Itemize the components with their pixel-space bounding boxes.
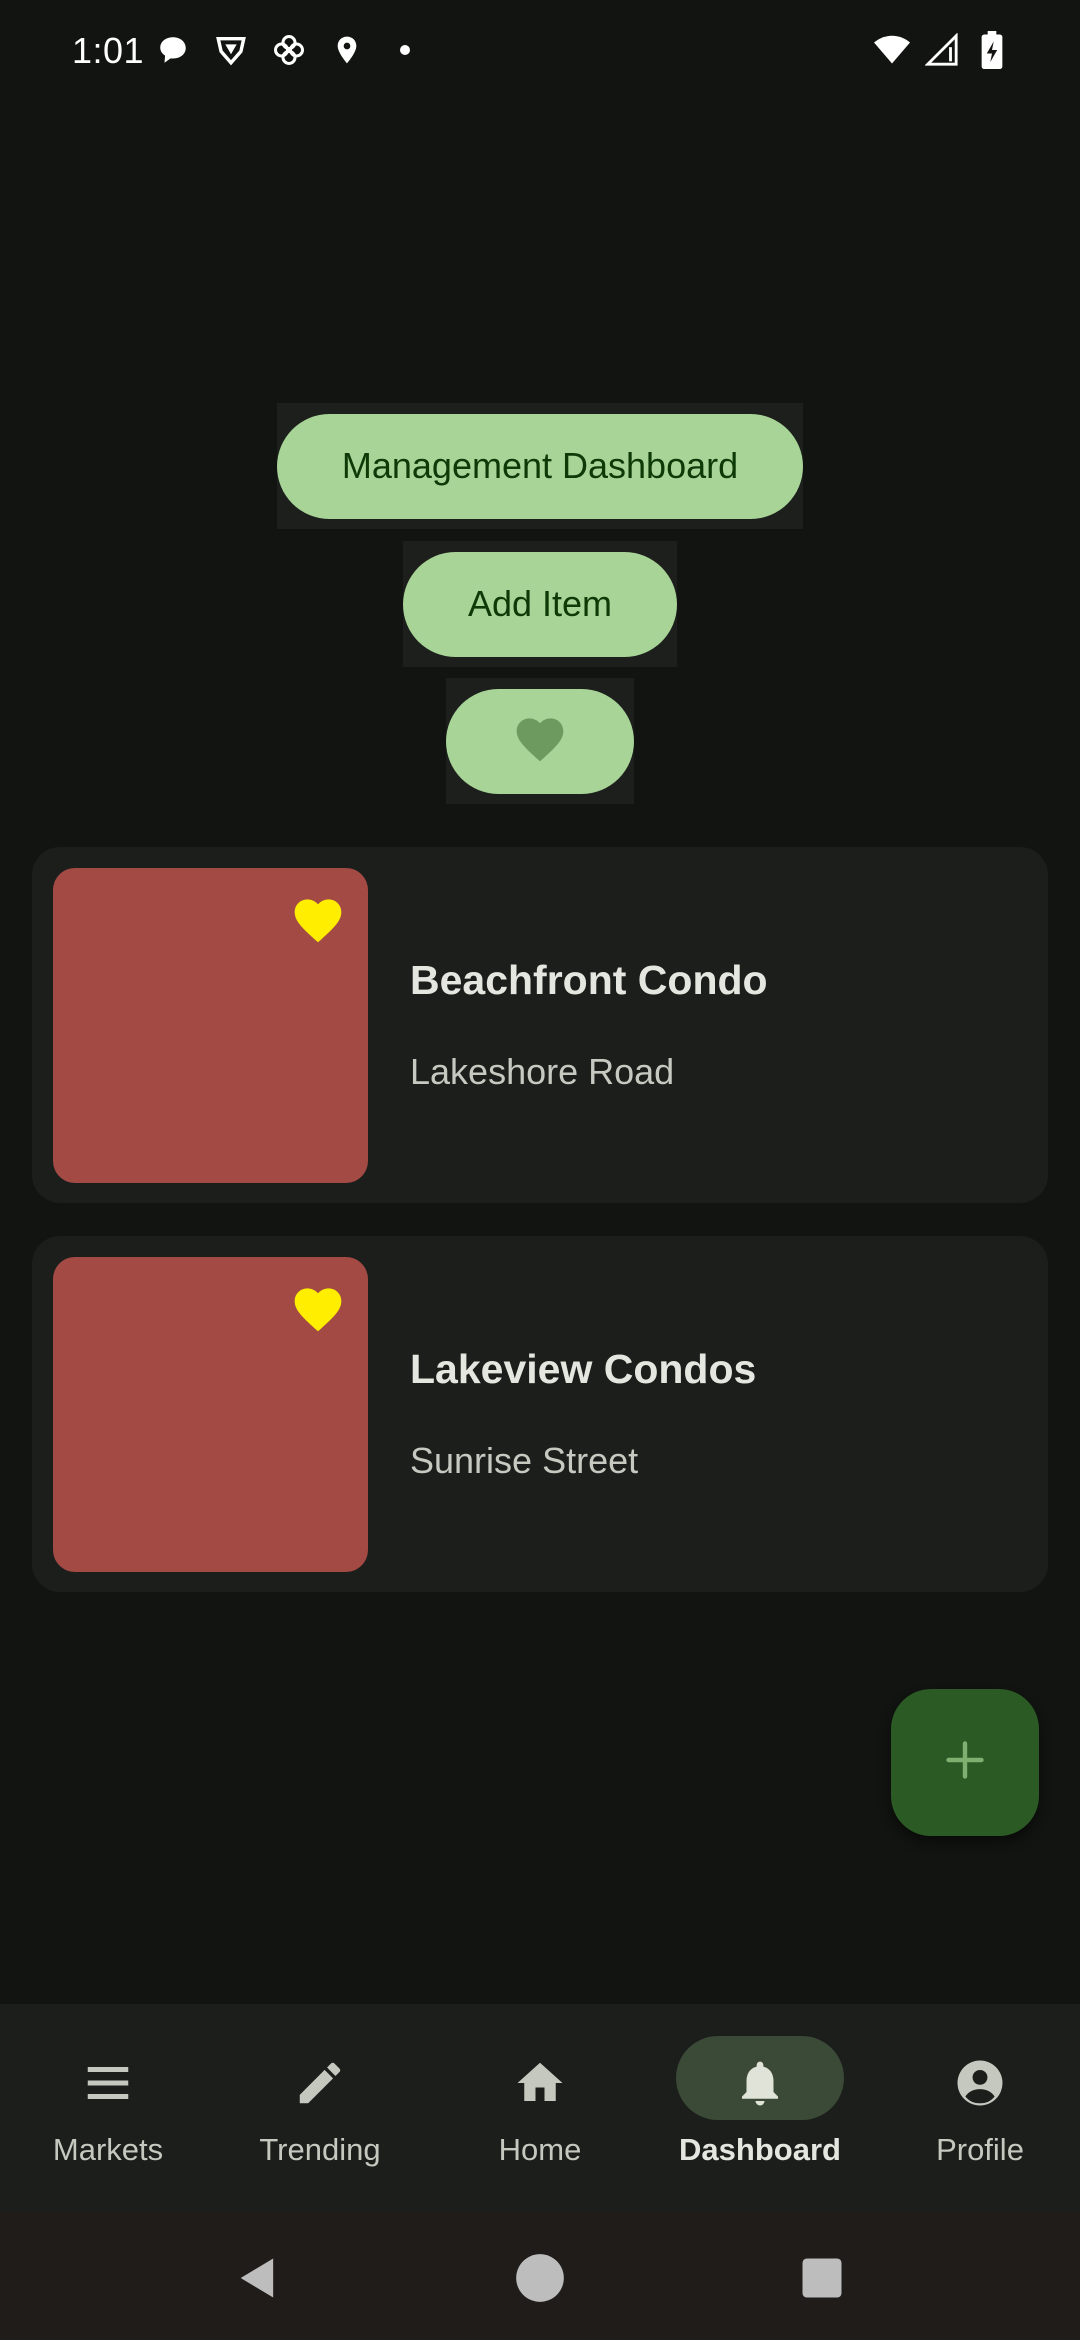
nav-item-markets[interactable]: Markets (0, 2004, 216, 2212)
status-bar: 1:01 (0, 0, 1080, 110)
system-navigation-bar (0, 2212, 1080, 2340)
add-item-button-container: Add Item (403, 541, 677, 667)
recents-icon[interactable] (796, 2252, 848, 2304)
favorite-heart-icon[interactable] (290, 1281, 346, 1337)
nav-item-home[interactable]: Home (432, 2004, 648, 2212)
favorite-heart-icon[interactable] (290, 892, 346, 948)
location-pin-icon (329, 32, 365, 68)
bottom-navigation: Markets Trending Home Dashboard Profile (0, 2004, 1080, 2212)
listing-subtitle: Sunrise Street (410, 1440, 639, 1481)
listing-title: Beachfront Condo (410, 957, 768, 1003)
nav-item-profile[interactable]: Profile (872, 2004, 1080, 2212)
account-circle-icon (953, 2056, 1007, 2110)
listing-image (53, 868, 368, 1183)
menu-icon (81, 2056, 135, 2110)
status-time: 1:01 (72, 30, 145, 71)
favorite-button-container (446, 678, 634, 804)
nav-label: Trending (259, 2132, 381, 2167)
listing-card[interactable]: Beachfront Condo Lakeshore Road (32, 847, 1048, 1203)
nav-label: Home (498, 2132, 582, 2167)
listing-card[interactable]: Lakeview Condos Sunrise Street (32, 1236, 1048, 1592)
home-circle-icon[interactable] (514, 2252, 566, 2304)
listing-subtitle: Lakeshore Road (410, 1051, 675, 1092)
nav-label: Profile (936, 2132, 1024, 2167)
home-icon (513, 2056, 567, 2110)
listing-title: Lakeview Condos (410, 1346, 757, 1392)
management-dashboard-button[interactable]: Management Dashboard (277, 413, 803, 519)
management-dashboard-button-container: Management Dashboard (277, 403, 803, 529)
heart-icon (512, 711, 568, 772)
wifi-icon (874, 32, 910, 68)
nav-label: Markets (52, 2132, 164, 2167)
nav-item-trending[interactable]: Trending (212, 2004, 428, 2212)
plus-icon (943, 1738, 987, 1787)
nav-label: Dashboard (679, 2132, 841, 2167)
back-icon[interactable] (232, 2252, 284, 2304)
bell-icon (733, 2056, 787, 2110)
signal-icon (924, 32, 960, 68)
add-item-button[interactable]: Add Item (403, 551, 677, 657)
dot-icon (387, 32, 423, 68)
nav-item-dashboard[interactable]: Dashboard (652, 2004, 868, 2212)
add-fab-button[interactable] (891, 1689, 1039, 1836)
listing-image (53, 1257, 368, 1572)
pencil-icon (293, 2056, 347, 2110)
pinwheel-icon (271, 32, 307, 68)
favorite-button[interactable] (446, 688, 634, 794)
chat-bubble-icon (155, 32, 191, 68)
vpn-shield-icon (213, 32, 249, 68)
battery-charging-icon (974, 31, 1010, 69)
